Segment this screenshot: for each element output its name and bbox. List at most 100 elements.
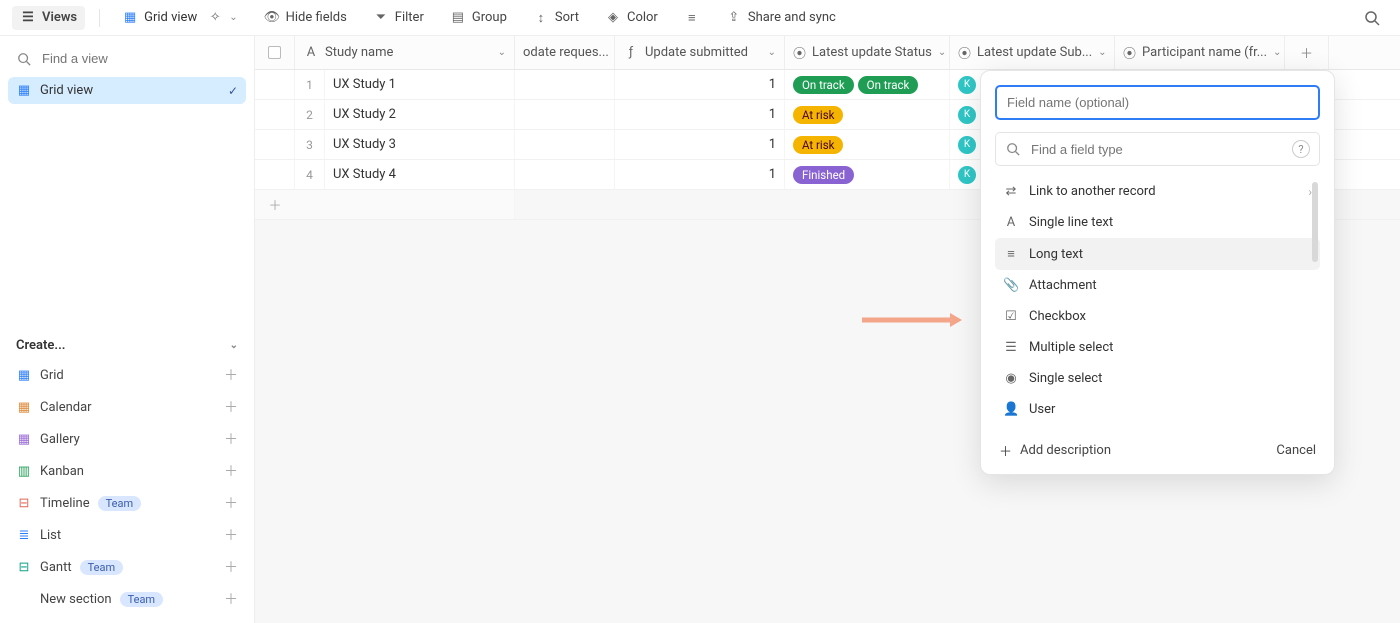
team-badge: Team bbox=[80, 560, 124, 575]
row-select[interactable] bbox=[255, 160, 295, 189]
toolbar-separator bbox=[99, 9, 100, 27]
field-type-single-select[interactable]: ◉Single select bbox=[995, 363, 1320, 394]
field-type-label: Long text bbox=[1029, 247, 1083, 262]
check-icon: ☑ bbox=[1003, 309, 1019, 324]
color-button[interactable]: ◈ Color bbox=[597, 6, 666, 29]
create-item-list[interactable]: ≣List＋ bbox=[8, 519, 246, 551]
cell-study-name[interactable]: UX Study 2 bbox=[325, 100, 515, 129]
sort-icon: ↕ bbox=[533, 10, 549, 26]
chevron-down-icon: ⌄ bbox=[230, 340, 238, 351]
field-type-checkbox[interactable]: ☑Checkbox bbox=[995, 301, 1320, 332]
cell-update-request[interactable] bbox=[515, 100, 615, 129]
search-icon bbox=[1364, 10, 1380, 26]
cell-update-request[interactable] bbox=[515, 70, 615, 99]
filter-button[interactable]: ⏷ Filter bbox=[365, 6, 432, 29]
row-height-icon: ≡ bbox=[684, 10, 700, 26]
col-latest-submitter[interactable]: ⦿ Latest update Sub... ⌄ bbox=[950, 36, 1115, 69]
sort-label: Sort bbox=[555, 10, 579, 25]
col-update-request[interactable]: odate reques... ⌄ bbox=[515, 36, 615, 69]
cell-update-request[interactable] bbox=[515, 160, 615, 189]
hide-fields-label: Hide fields bbox=[286, 10, 347, 25]
cell-study-name[interactable]: UX Study 1 bbox=[325, 70, 515, 99]
plus-icon: ＋ bbox=[224, 525, 238, 545]
search-icon bbox=[16, 51, 32, 67]
status-badge: At risk bbox=[793, 106, 843, 124]
add-column-button[interactable]: ＋ bbox=[1285, 36, 1329, 69]
find-view-search[interactable] bbox=[8, 44, 246, 73]
field-name-input[interactable] bbox=[995, 85, 1320, 120]
create-item-calendar[interactable]: ▦Calendar＋ bbox=[8, 391, 246, 423]
create-item-gantt[interactable]: ⊟GanttTeam＋ bbox=[8, 551, 246, 583]
create-item-new-section[interactable]: New sectionTeam＋ bbox=[8, 583, 246, 615]
field-type-user[interactable]: 👤User bbox=[995, 394, 1320, 425]
group-button[interactable]: ▤ Group bbox=[442, 6, 515, 29]
row-select[interactable] bbox=[255, 70, 295, 99]
share-icon: ⇪ bbox=[726, 10, 742, 25]
col-latest-status[interactable]: ⦿ Latest update Status ⌄ bbox=[785, 36, 950, 69]
cell-study-name[interactable]: UX Study 3 bbox=[325, 130, 515, 159]
row-select[interactable] bbox=[255, 100, 295, 129]
col-label: Study name bbox=[325, 45, 393, 60]
col-label: odate reques... bbox=[523, 45, 609, 60]
create-section-header[interactable]: Create... ⌄ bbox=[8, 332, 246, 359]
gantt-icon: ⊟ bbox=[16, 560, 32, 575]
col-participant[interactable]: ⦿ Participant name (fr... ⌄ bbox=[1115, 36, 1285, 69]
search-button[interactable] bbox=[1356, 6, 1388, 30]
col-label: Participant name (fr... bbox=[1142, 45, 1267, 60]
field-type-long-text[interactable]: ≡ Long text bbox=[995, 238, 1320, 270]
field-type-single-line-text[interactable]: ASingle line text bbox=[995, 207, 1320, 238]
scrollbar[interactable] bbox=[1312, 182, 1318, 262]
cell-update-submitted[interactable]: 1 bbox=[615, 70, 785, 99]
field-type-search-input[interactable] bbox=[1029, 141, 1284, 158]
sort-button[interactable]: ↕ Sort bbox=[525, 6, 587, 30]
plus-icon: ＋ bbox=[1300, 43, 1313, 62]
views-button[interactable]: ☰ Views bbox=[12, 6, 85, 30]
plus-icon: ＋ bbox=[224, 429, 238, 449]
cancel-button[interactable]: Cancel bbox=[1276, 443, 1316, 458]
row-select[interactable] bbox=[255, 130, 295, 159]
gridview-label: Grid view bbox=[144, 10, 197, 25]
team-badge: Team bbox=[98, 496, 142, 511]
sidebar-view-grid[interactable]: ▦ Grid view ✓ bbox=[8, 77, 246, 104]
create-item-label: Calendar bbox=[40, 400, 92, 415]
field-type-multiple-select[interactable]: ☰Multiple select bbox=[995, 332, 1320, 363]
field-type-attachment[interactable]: 📎Attachment bbox=[995, 270, 1320, 301]
col-study-name[interactable]: A Study name ⌄ bbox=[295, 36, 515, 69]
cell-study-name[interactable]: UX Study 4 bbox=[325, 160, 515, 189]
avatar: K bbox=[958, 166, 976, 184]
cell-latest-status[interactable]: At risk bbox=[785, 100, 950, 129]
create-item-kanban[interactable]: ▥Kanban＋ bbox=[8, 455, 246, 487]
cell-update-submitted[interactable]: 1 bbox=[615, 100, 785, 129]
field-type-label: Attachment bbox=[1029, 278, 1097, 293]
team-badge: Team bbox=[120, 592, 164, 607]
field-type-search[interactable]: ? bbox=[995, 132, 1320, 166]
create-item-grid[interactable]: ▦Grid＋ bbox=[8, 359, 246, 391]
cell-update-request[interactable] bbox=[515, 130, 615, 159]
plus-icon: ＋ bbox=[224, 461, 238, 481]
gridview-dropdown[interactable]: ▦ Grid view ✧ ⌄ bbox=[114, 6, 246, 29]
select-all-header[interactable] bbox=[255, 36, 295, 69]
share-button[interactable]: ⇪ Share and sync bbox=[718, 6, 844, 29]
cell-update-submitted[interactable]: 1 bbox=[615, 130, 785, 159]
add-row-button[interactable]: ＋ bbox=[255, 190, 295, 219]
add-description-button[interactable]: ＋ Add description bbox=[999, 441, 1111, 460]
cell-latest-status[interactable]: At risk bbox=[785, 130, 950, 159]
single-icon: ◉ bbox=[1003, 371, 1019, 386]
hide-fields-button[interactable]: 👁 Hide fields bbox=[256, 6, 355, 29]
cell-update-submitted[interactable]: 1 bbox=[615, 160, 785, 189]
long-icon: ≡ bbox=[1003, 246, 1019, 262]
row-number: 4 bbox=[295, 160, 325, 189]
field-type-list[interactable]: ⇄Link to another record›ASingle line tex… bbox=[995, 176, 1320, 425]
create-item-timeline[interactable]: ⊟TimelineTeam＋ bbox=[8, 487, 246, 519]
col-update-submitted[interactable]: ƒ Update submitted ⌄ bbox=[615, 36, 785, 69]
cell-latest-status[interactable]: On trackOn track bbox=[785, 70, 950, 99]
help-icon[interactable]: ? bbox=[1292, 140, 1310, 158]
people-icon: ✧ bbox=[207, 10, 223, 25]
create-item-gallery[interactable]: ▦Gallery＋ bbox=[8, 423, 246, 455]
field-type-link-to-another-record[interactable]: ⇄Link to another record› bbox=[995, 176, 1320, 207]
row-height-button[interactable]: ≡ bbox=[676, 6, 708, 30]
cell-latest-status[interactable]: Finished bbox=[785, 160, 950, 189]
plus-icon: ＋ bbox=[224, 397, 238, 417]
col-label: Latest update Sub... bbox=[977, 45, 1092, 60]
find-view-input[interactable] bbox=[40, 50, 238, 67]
